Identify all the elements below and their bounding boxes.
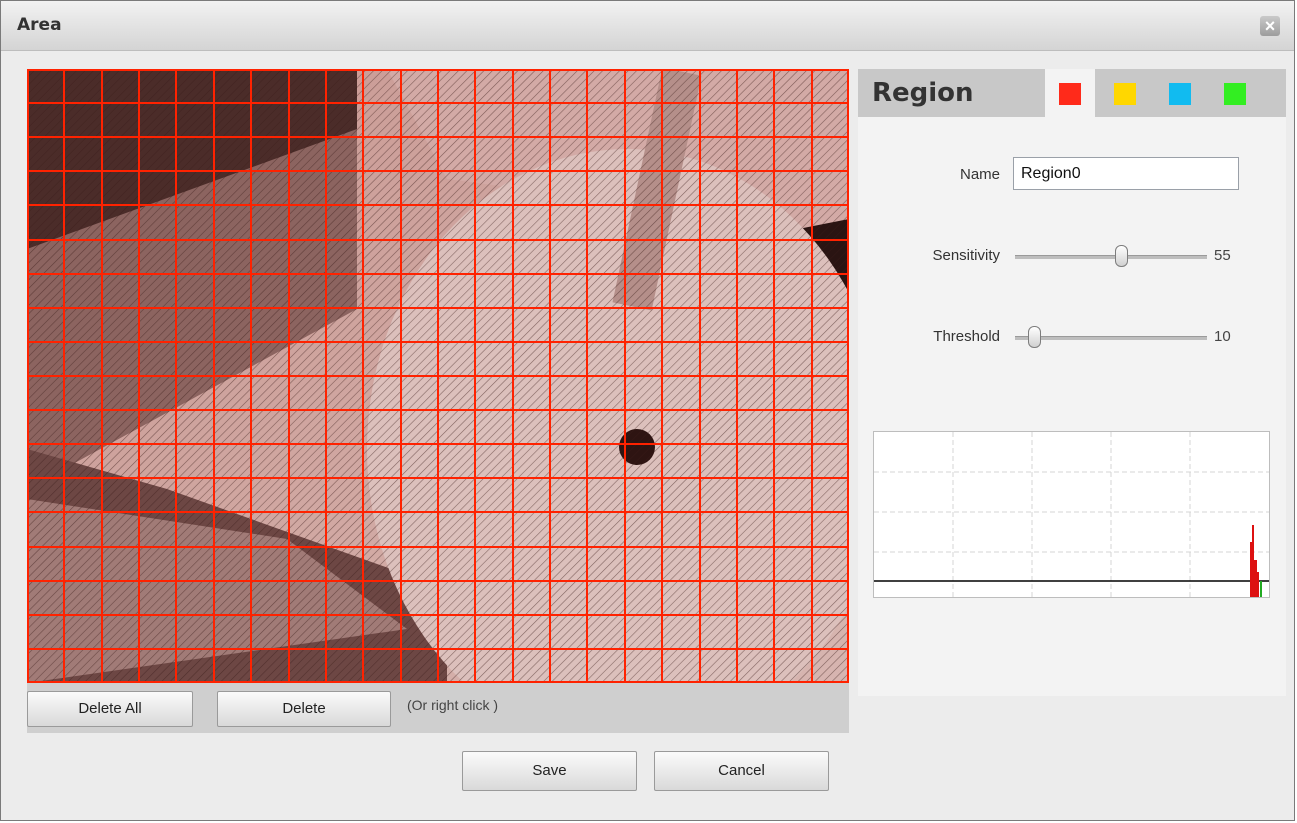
- delete-button[interactable]: Delete: [217, 691, 391, 727]
- motion-bar: [1254, 560, 1257, 597]
- threshold-slider-thumb[interactable]: [1028, 326, 1042, 348]
- delete-all-button[interactable]: Delete All: [27, 691, 193, 727]
- dialog-title: Area: [17, 15, 62, 35]
- video-action-bar: Delete All Delete (Or right click ): [27, 683, 849, 733]
- video-preview[interactable]: [27, 69, 849, 683]
- red-swatch: [1059, 83, 1081, 105]
- blue-swatch: [1169, 83, 1191, 105]
- right-click-hint: (Or right click ): [407, 697, 498, 713]
- motion-grid[interactable]: [27, 69, 849, 683]
- region-tab-yellow[interactable]: [1100, 69, 1150, 117]
- close-icon[interactable]: ×: [1260, 16, 1280, 36]
- motion-bar: [1260, 581, 1262, 597]
- motion-bars: [1250, 525, 1262, 597]
- threshold-value: 10: [1214, 328, 1231, 345]
- sensitivity-label: Sensitivity: [932, 247, 1000, 264]
- motion-bar: [1250, 542, 1252, 597]
- region-title: Region: [872, 78, 974, 108]
- save-button[interactable]: Save: [462, 751, 637, 791]
- threshold-slider-track[interactable]: [1015, 336, 1207, 340]
- sensitivity-value: 55: [1214, 247, 1231, 264]
- sensitivity-slider-thumb[interactable]: [1114, 245, 1128, 267]
- cancel-button[interactable]: Cancel: [654, 751, 829, 791]
- motion-graph: [873, 431, 1270, 598]
- region-name-input[interactable]: [1013, 157, 1239, 190]
- dialog-titlebar: Area ×: [1, 1, 1294, 51]
- region-header: Region: [858, 69, 1286, 117]
- area-dialog: Area × Delete All Delete (Or right click…: [0, 0, 1295, 821]
- region-tab-blue[interactable]: [1155, 69, 1205, 117]
- sensitivity-slider-track[interactable]: [1015, 255, 1207, 259]
- green-swatch: [1224, 83, 1246, 105]
- region-panel: Region Name Sensitivity 55 Threshold 10: [858, 69, 1286, 696]
- motion-bar: [1257, 572, 1259, 597]
- name-label: Name: [959, 166, 1000, 183]
- region-tab-green[interactable]: [1210, 69, 1260, 117]
- yellow-swatch: [1114, 83, 1136, 105]
- threshold-label: Threshold: [933, 328, 1000, 345]
- region-tab-red[interactable]: [1045, 69, 1095, 117]
- motion-bar: [1252, 525, 1254, 597]
